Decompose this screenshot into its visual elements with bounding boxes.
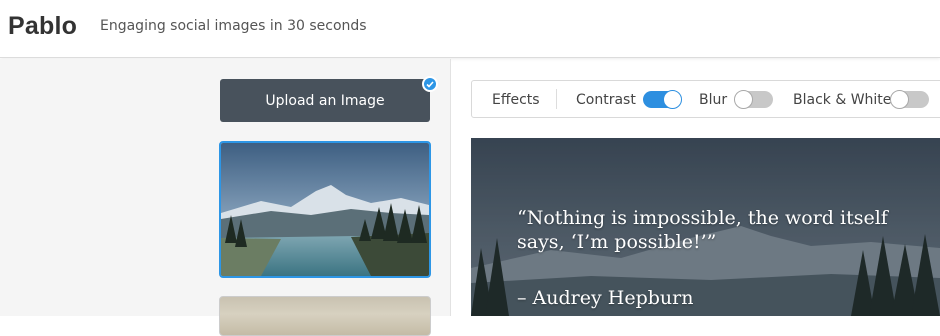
black-white-label: Black & White: [793, 92, 892, 108]
upload-image-button[interactable]: Upload an Image: [220, 79, 430, 122]
quote-text[interactable]: “Nothing is impossible, the word itself …: [517, 206, 927, 254]
river-mountain-thumbnail: [221, 143, 429, 276]
top-bar: Pablo Engaging social images in 30 secon…: [0, 0, 940, 58]
image-preview-canvas[interactable]: “Nothing is impossible, the word itself …: [471, 138, 940, 316]
toggle-knob: [734, 90, 753, 109]
checkmark-icon: [422, 76, 438, 92]
contrast-toggle[interactable]: [643, 90, 682, 109]
contrast-label: Contrast: [576, 92, 636, 108]
blur-toggle[interactable]: [734, 90, 773, 109]
quote-author[interactable]: – Audrey Hepburn: [517, 287, 693, 309]
tagline: Engaging social images in 30 seconds: [100, 18, 367, 34]
effects-toolbar: Effects Contrast Blur Black & White: [471, 80, 940, 118]
toggle-knob: [890, 90, 909, 109]
effects-menu[interactable]: Effects: [492, 92, 540, 108]
toggle-knob: [663, 90, 682, 109]
brand-logo[interactable]: Pablo: [8, 12, 77, 41]
toolbar-divider: [556, 89, 557, 109]
blur-label: Blur: [699, 92, 728, 108]
image-thumbnail[interactable]: [219, 296, 431, 336]
black-white-toggle[interactable]: [890, 90, 929, 109]
image-thumbnail-selected[interactable]: [219, 141, 431, 278]
image-sidebar: Upload an Image: [0, 59, 451, 336]
